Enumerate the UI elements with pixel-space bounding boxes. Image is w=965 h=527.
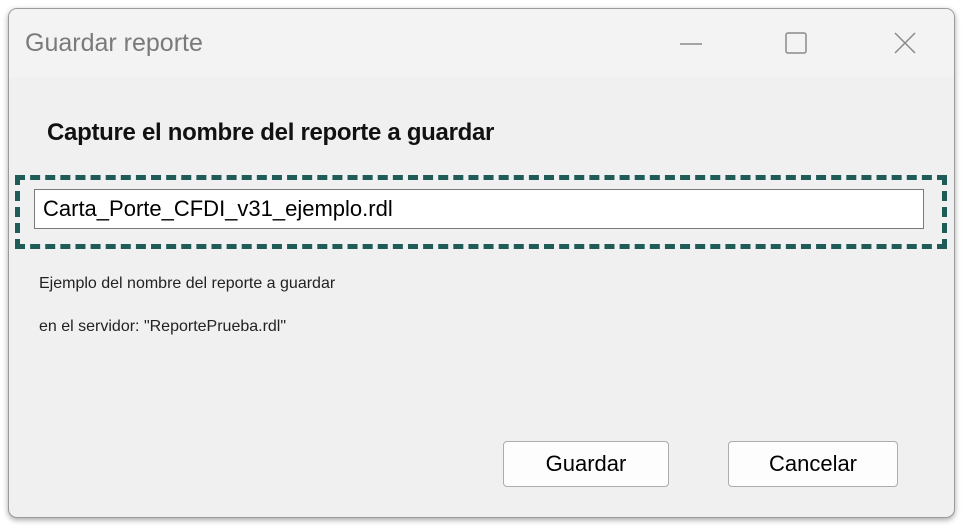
dialog-window: Guardar reporte Capture el nombre del re… bbox=[8, 8, 955, 518]
hint-line-2: en el servidor: "ReportePrueba.rdl" bbox=[39, 318, 287, 335]
close-button[interactable] bbox=[875, 21, 935, 65]
maximize-icon bbox=[785, 32, 807, 54]
save-button[interactable]: Guardar bbox=[503, 441, 669, 487]
window-title: Guardar reporte bbox=[25, 29, 203, 57]
minimize-icon bbox=[680, 43, 702, 45]
minimize-button[interactable] bbox=[660, 21, 720, 65]
title-bar[interactable]: Guardar reporte bbox=[9, 9, 954, 77]
cancel-button[interactable]: Cancelar bbox=[728, 441, 898, 487]
maximize-button[interactable] bbox=[766, 21, 826, 65]
dialog-heading: Capture el nombre del reporte a guardar bbox=[47, 119, 495, 146]
report-name-input[interactable] bbox=[34, 189, 924, 229]
screenshot-page: Guardar reporte Capture el nombre del re… bbox=[0, 0, 965, 527]
hint-line-1: Ejemplo del nombre del reporte a guardar bbox=[39, 275, 336, 292]
close-icon bbox=[894, 32, 916, 54]
